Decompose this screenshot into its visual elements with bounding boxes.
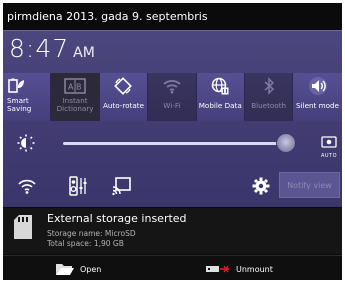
open-action-button[interactable]: Open — [55, 261, 101, 277]
toggle-mobile-data[interactable]: Mobile Data — [196, 73, 245, 121]
toggle-bluetooth[interactable]: Bluetooth — [244, 73, 294, 121]
wifi-icon — [148, 77, 195, 95]
clock-time: 8:47 — [9, 34, 70, 63]
quick-settings-panel: 8:47 AM Smart Saving AB Instant Dictionary … — [3, 30, 342, 207]
notification-total-space: Total space: 1,90 GB — [47, 239, 124, 248]
toggle-silent-mode-label: Silent mode — [296, 101, 340, 110]
bluetooth-icon — [245, 77, 292, 95]
unmount-action-label: Unmount — [236, 264, 273, 274]
toggle-auto-rotate-label: Auto-rotate — [102, 101, 145, 110]
status-date: pirmdiena 2013. gada 9. septembris — [7, 10, 208, 23]
toggle-wifi[interactable]: Wi-Fi — [148, 73, 197, 121]
brightness-slider-thumb[interactable] — [277, 134, 295, 152]
clock: 8:47 AM — [9, 34, 95, 63]
toggle-instant-dictionary[interactable]: AB Instant Dictionary — [51, 73, 100, 121]
folder-open-icon — [56, 264, 74, 275]
sd-card-icon — [13, 214, 33, 244]
globe-icon — [197, 77, 244, 95]
android-notification-shade: pirmdiena 2013. gada 9. septembris 8:47 A… — [3, 3, 342, 280]
wifi-hotspot-icon[interactable] — [17, 177, 37, 199]
toggle-smart-saving[interactable]: Smart Saving — [3, 73, 52, 121]
svg-text:A: A — [68, 83, 74, 92]
toggle-smart-saving-label2: Saving — [7, 104, 32, 113]
unmount-action-button[interactable]: Unmount — [205, 261, 273, 277]
notification-actions: Open Unmount — [3, 255, 342, 280]
brightness-icon — [17, 134, 35, 156]
toggle-auto-rotate[interactable]: Auto-rotate — [99, 73, 149, 121]
toggle-silent-mode[interactable]: Silent mode — [293, 73, 342, 121]
smart-saving-icon — [3, 77, 50, 95]
unmount-icon — [206, 265, 229, 273]
speaker-icon — [293, 77, 341, 95]
open-action-label: Open — [80, 264, 102, 274]
dictionary-icon: AB — [51, 77, 98, 95]
auto-rotate-icon — [100, 77, 147, 95]
toggle-dictionary-label2: Dictionary — [56, 104, 94, 113]
notification-storage-name: Storage name: MicroSD — [47, 229, 136, 238]
toggle-bluetooth-label: Bluetooth — [251, 101, 287, 110]
notify-view-button[interactable]: Notify view — [279, 172, 340, 198]
screen-mirroring-icon[interactable] — [112, 176, 132, 200]
storage-notification[interactable]: External storage inserted Storage name: … — [3, 208, 342, 254]
clock-ampm: AM — [73, 45, 95, 61]
toggle-mobile-data-label: Mobile Data — [198, 101, 242, 110]
svg-text:B: B — [76, 83, 82, 92]
brightness-slider-track[interactable] — [63, 142, 283, 145]
settings-gear-icon[interactable] — [252, 177, 270, 199]
auto-brightness-icon — [321, 136, 337, 148]
auto-brightness-label: AUTO — [320, 153, 338, 159]
notification-title: External storage inserted — [47, 212, 187, 225]
quick-shortcuts-row: Notify view — [3, 165, 342, 207]
quick-toggles: Smart Saving AB Instant Dictionary Auto-ro… — [3, 73, 342, 121]
toggle-wifi-label: Wi-Fi — [163, 101, 181, 110]
auto-brightness-button[interactable]: AUTO — [319, 133, 339, 159]
brightness-row: AUTO — [3, 123, 342, 163]
audio-settings-icon[interactable] — [69, 176, 87, 200]
